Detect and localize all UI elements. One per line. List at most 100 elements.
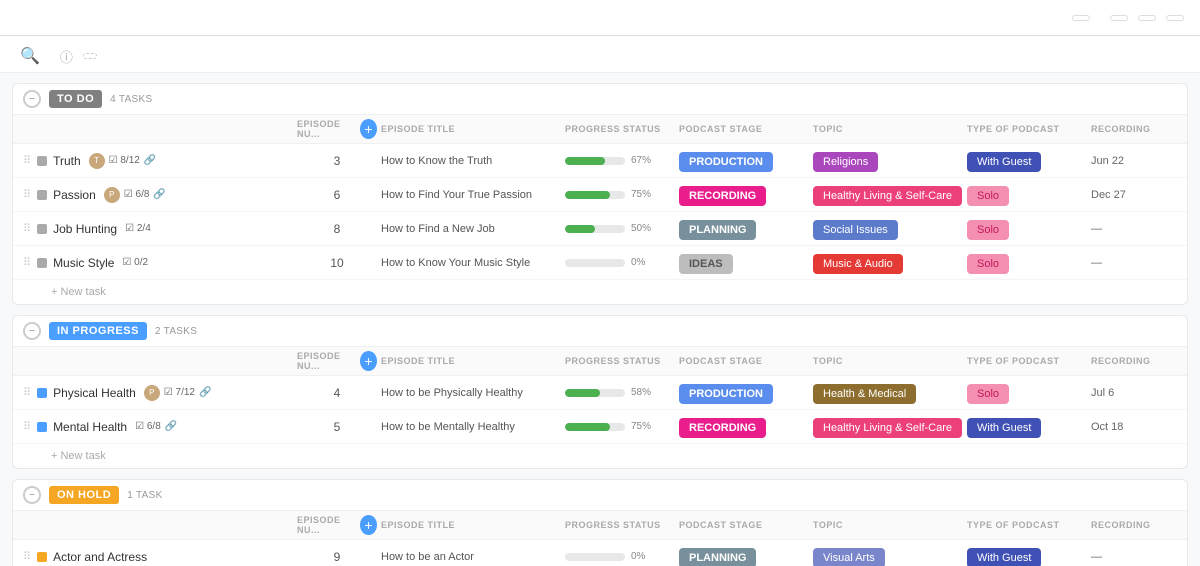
collapse-btn-inprogress[interactable]: − xyxy=(23,322,41,340)
topic-badge: Healthy Living & Self-Care xyxy=(813,186,962,206)
drag-handle[interactable]: ⠿ xyxy=(23,256,31,269)
col-header-6: TYPE OF PODCAST xyxy=(967,356,1087,366)
col-header-6: TYPE OF PODCAST xyxy=(967,520,1087,530)
episode-number: 3 xyxy=(297,154,377,168)
add-episode-button[interactable]: + xyxy=(360,351,377,371)
status-dot xyxy=(37,552,47,562)
group-count-inprogress: 2 TASKS xyxy=(155,326,197,337)
table-row: ⠿ Physical Health P☑ 7/12🔗 4How to be Ph… xyxy=(13,376,1187,410)
progress-cell: 50% xyxy=(565,223,675,234)
task-name-cell: ⠿ Actor and Actress xyxy=(23,550,293,564)
type-badge: Solo xyxy=(967,186,1009,206)
col-header-1: EPISODE NU...+ xyxy=(297,515,377,535)
group-section-onhold: − ON HOLD 1 TASK EPISODE NU...+EPISODE T… xyxy=(12,479,1188,566)
topic-badge: Music & Audio xyxy=(813,254,903,274)
add-episode-button[interactable]: + xyxy=(360,119,377,139)
recording-date: Jul 6 xyxy=(1091,387,1171,399)
link-icon[interactable]: 🔗 xyxy=(153,189,165,200)
status-dot xyxy=(37,190,47,200)
progress-percent: 75% xyxy=(631,421,651,432)
stage-badge: PLANNING xyxy=(679,220,756,240)
task-name-cell: ⠿ Passion P☑ 6/8🔗 xyxy=(23,187,293,203)
checklist-badge: ☑ 7/12 xyxy=(164,387,195,398)
info-icon[interactable]: ⓘ xyxy=(60,47,73,66)
stage-badge: PLANNING xyxy=(679,548,756,566)
drag-handle[interactable]: ⠿ xyxy=(23,550,31,563)
podcast-stage-cell: RECORDING xyxy=(679,188,809,202)
progress-bar-wrap xyxy=(565,191,625,199)
progress-percent: 75% xyxy=(631,189,651,200)
col-header-5: TOPIC xyxy=(813,520,963,530)
new-task-button[interactable] xyxy=(83,53,97,59)
task-meta: ☑ 0/2 xyxy=(122,257,148,268)
search-button[interactable] xyxy=(1166,15,1184,21)
add-episode-button[interactable]: + xyxy=(360,515,377,535)
col-headers-onhold: EPISODE NU...+EPISODE TITLEPROGRESS STAT… xyxy=(13,511,1187,540)
group-count-todo: 4 TASKS xyxy=(110,94,152,105)
col-header-1: EPISODE NU...+ xyxy=(297,351,377,371)
episode-title: How to Find a New Job xyxy=(381,223,561,235)
checklist-badge: ☑ 6/8 xyxy=(135,421,161,432)
avatar: P xyxy=(104,187,120,203)
col-headers-inprogress: EPISODE NU...+EPISODE TITLEPROGRESS STAT… xyxy=(13,347,1187,376)
episode-title: How to Know the Truth xyxy=(381,155,561,167)
col-header-1: EPISODE NU...+ xyxy=(297,119,377,139)
new-task-row-inprogress[interactable]: + New task xyxy=(13,444,1187,468)
col-header-3: PROGRESS STATUS xyxy=(565,520,675,530)
checklist-badge: ☑ 0/2 xyxy=(122,257,148,268)
group-label-inprogress: IN PROGRESS xyxy=(49,322,147,340)
collapse-btn-onhold[interactable]: − xyxy=(23,486,41,504)
col-header-3: PROGRESS STATUS xyxy=(565,124,675,134)
col-header-7: RECORDING xyxy=(1091,520,1171,530)
new-task-row-todo[interactable]: + New task xyxy=(13,280,1187,304)
group-header-onhold: − ON HOLD 1 TASK xyxy=(13,480,1187,511)
topic-cell: Religions xyxy=(813,154,963,168)
progress-percent: 50% xyxy=(631,223,651,234)
progress-bar-fill xyxy=(565,191,610,199)
topic-cell: Music & Audio xyxy=(813,256,963,270)
episode-number: 9 xyxy=(297,550,377,564)
page-icon: 🔍 xyxy=(20,46,40,66)
topic-badge: Healthy Living & Self-Care xyxy=(813,418,962,438)
col-header-4: PODCAST STAGE xyxy=(679,356,809,366)
progress-cell: 58% xyxy=(565,387,675,398)
drag-handle[interactable]: ⠿ xyxy=(23,420,31,433)
status-dot xyxy=(37,388,47,398)
checklist-badge: ☑ 8/12 xyxy=(109,155,140,166)
topic-badge: Social Issues xyxy=(813,220,898,240)
type-badge: With Guest xyxy=(967,548,1041,566)
checklist-badge: ☑ 2/4 xyxy=(125,223,151,234)
episode-title: How to be Physically Healthy xyxy=(381,387,561,399)
link-icon[interactable]: 🔗 xyxy=(165,421,177,432)
progress-bar-wrap xyxy=(565,423,625,431)
col-header-4: PODCAST STAGE xyxy=(679,124,809,134)
stage-badge: RECORDING xyxy=(679,186,766,206)
table-row: ⠿ Job Hunting ☑ 2/4 8How to Find a New J… xyxy=(13,212,1187,246)
drag-handle[interactable]: ⠿ xyxy=(23,188,31,201)
col-header-4: PODCAST STAGE xyxy=(679,520,809,530)
collapse-btn-todo[interactable]: − xyxy=(23,90,41,108)
col-header-7: RECORDING xyxy=(1091,124,1171,134)
topic-cell: Healthy Living & Self-Care xyxy=(813,420,963,434)
recording-date: — xyxy=(1091,257,1171,269)
task-name: Truth xyxy=(53,154,81,168)
drag-handle[interactable]: ⠿ xyxy=(23,386,31,399)
drag-handle[interactable]: ⠿ xyxy=(23,222,31,235)
settings-button[interactable] xyxy=(1110,15,1128,21)
progress-cell: 67% xyxy=(565,155,675,166)
group-section-inprogress: − IN PROGRESS 2 TASKS EPISODE NU...+EPIS… xyxy=(12,315,1188,469)
task-name: Mental Health xyxy=(53,420,127,434)
type-badge: Solo xyxy=(967,220,1009,240)
col-header-6: TYPE OF PODCAST xyxy=(967,124,1087,134)
me-button[interactable] xyxy=(1138,15,1156,21)
drag-handle[interactable]: ⠿ xyxy=(23,154,31,167)
episode-title: How to be an Actor xyxy=(381,551,561,563)
type-badge: Solo xyxy=(967,384,1009,404)
link-icon[interactable]: 🔗 xyxy=(199,387,211,398)
link-icon[interactable]: 🔗 xyxy=(144,155,156,166)
topic-badge: Religions xyxy=(813,152,878,172)
progress-cell: 75% xyxy=(565,421,675,432)
filter-button[interactable] xyxy=(1072,15,1090,21)
stage-badge: PRODUCTION xyxy=(679,152,773,172)
topic-cell: Health & Medical xyxy=(813,386,963,400)
